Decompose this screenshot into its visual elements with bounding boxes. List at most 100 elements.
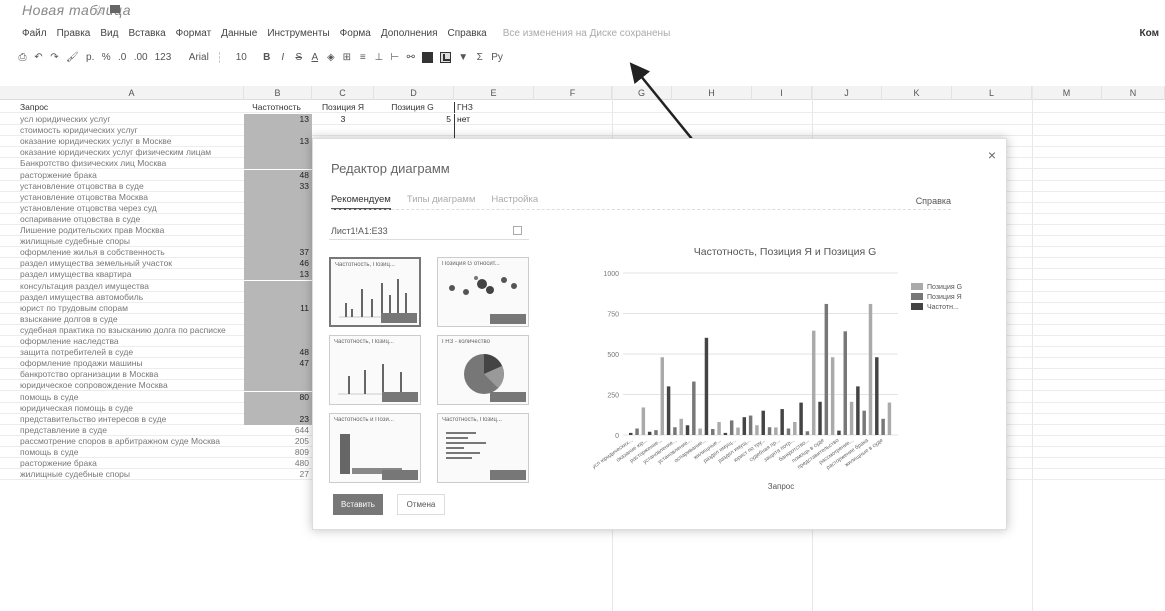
chart-bar[interactable] xyxy=(635,428,639,435)
cell-header-position-g[interactable]: Позиция G xyxy=(374,102,454,113)
cell-frequency[interactable]: 13 xyxy=(244,269,312,281)
cell-frequency[interactable]: 480 xyxy=(244,458,312,469)
legend-label[interactable]: Позиция Я xyxy=(927,294,962,301)
font-size-select[interactable]: 10 xyxy=(227,52,255,63)
chart-bar[interactable] xyxy=(748,415,753,435)
chart-bar[interactable] xyxy=(824,303,829,435)
cell-query[interactable]: расторжение брака xyxy=(20,170,244,181)
chart-bar[interactable] xyxy=(629,432,633,435)
menu-file[interactable]: Файл xyxy=(22,28,47,39)
cell-gnz[interactable]: нет xyxy=(454,114,534,125)
cell-frequency[interactable] xyxy=(244,291,312,303)
chart-bar[interactable] xyxy=(729,420,734,435)
cell-position-g[interactable]: 5 xyxy=(374,114,454,125)
bold-button[interactable]: B xyxy=(262,52,271,63)
cell-gnz[interactable] xyxy=(454,125,534,137)
menu-format[interactable]: Формат xyxy=(176,28,212,39)
cell-frequency[interactable]: 47 xyxy=(244,358,312,370)
cell-query[interactable]: Банкротство физических лиц Москва xyxy=(20,158,244,169)
borders-icon[interactable]: ⊞ xyxy=(342,52,351,63)
chart-bar[interactable] xyxy=(837,430,841,435)
legend-label[interactable]: Частотн... xyxy=(927,304,959,311)
cell-frequency[interactable]: 11 xyxy=(244,302,312,314)
cell-query[interactable]: оформление жилья в собственность xyxy=(20,247,244,258)
cell-frequency[interactable] xyxy=(244,147,312,159)
select-range-icon[interactable] xyxy=(513,226,522,235)
tab-recommended[interactable]: Рекомендуем xyxy=(331,194,391,210)
chart-suggestion-1[interactable]: Частотность, Позиц... xyxy=(329,257,421,327)
strikethrough-button[interactable]: S xyxy=(294,52,303,63)
cell-query[interactable]: помощь в суде xyxy=(20,447,244,458)
cell-query[interactable]: представление в суде xyxy=(20,425,244,436)
functions-icon[interactable]: Σ xyxy=(475,52,484,63)
cell-header-frequency[interactable]: Частотность xyxy=(244,102,312,113)
cell-frequency[interactable]: 27 xyxy=(244,469,312,480)
cell-query[interactable]: установление отцовства через суд xyxy=(20,203,244,214)
chart-bar[interactable] xyxy=(843,331,847,435)
menu-data[interactable]: Данные xyxy=(221,28,257,39)
input-tools-button[interactable]: Ру xyxy=(491,52,503,63)
cell-query[interactable]: оформление наследства xyxy=(20,336,244,347)
close-icon[interactable]: × xyxy=(988,147,996,163)
cell-frequency[interactable]: 23 xyxy=(244,413,312,425)
chart-bar[interactable] xyxy=(767,427,772,435)
chart-bar[interactable] xyxy=(805,431,810,435)
cell-query[interactable]: оспаривание отцовства в суде xyxy=(20,214,244,225)
help-link[interactable]: Справка xyxy=(916,196,951,206)
chart-bar[interactable] xyxy=(717,422,721,435)
chart-bar[interactable] xyxy=(881,418,885,435)
decimal-less-button[interactable]: .0 xyxy=(118,52,127,63)
cell-query[interactable]: банкротство организации в Москва xyxy=(20,369,244,380)
chart-bar[interactable] xyxy=(849,401,854,435)
cell-query[interactable]: консультация раздел имущества xyxy=(20,281,244,292)
cell-frequency[interactable] xyxy=(244,158,312,170)
cell-frequency[interactable]: 46 xyxy=(244,258,312,270)
cell-query[interactable]: рассмотрение споров в арбитражном суде М… xyxy=(20,436,244,447)
cell-frequency[interactable]: 33 xyxy=(244,180,312,192)
insert-chart-icon[interactable] xyxy=(440,51,452,63)
percent-button[interactable]: % xyxy=(102,52,111,63)
folder-icon[interactable] xyxy=(110,5,120,13)
insert-comment-icon[interactable] xyxy=(422,51,434,63)
chart-bar[interactable] xyxy=(862,410,866,435)
cell-query[interactable]: раздел имущества автомобиль xyxy=(20,292,244,303)
cell-query[interactable]: представительство интересов в суде xyxy=(20,414,244,425)
cell-frequency[interactable]: 48 xyxy=(244,347,312,359)
cell-frequency[interactable] xyxy=(244,380,312,392)
chart-bar[interactable] xyxy=(786,428,791,435)
chart-bar[interactable] xyxy=(856,386,860,435)
chart-bar[interactable] xyxy=(654,430,658,435)
text-wrap-icon[interactable]: ⊢ xyxy=(390,52,399,63)
chart-bar[interactable] xyxy=(666,386,671,435)
star-icon[interactable]: ☆ xyxy=(94,3,105,17)
chart-bar[interactable] xyxy=(742,417,747,435)
chart-bar[interactable] xyxy=(780,409,784,435)
chart-preview[interactable]: Частотность, Позиция Я и Позиция G 0 250 5… xyxy=(593,239,988,499)
cell-header-gnz[interactable]: ГНЗ xyxy=(454,102,534,113)
italic-button[interactable]: I xyxy=(278,52,287,63)
cell-position-y[interactable] xyxy=(312,125,374,136)
cell-position-y[interactable]: 3 xyxy=(312,114,374,125)
column-header-m[interactable]: M xyxy=(1032,86,1102,100)
chart-suggestion-3[interactable]: Частотность, Позиц... xyxy=(329,335,421,405)
menu-tools[interactable]: Инструменты xyxy=(267,28,329,39)
tab-customization[interactable]: Настройка xyxy=(491,194,538,210)
cell-header-position-y[interactable]: Позиция Я xyxy=(312,102,374,113)
number-format-button[interactable]: 123 xyxy=(155,52,172,63)
chart-suggestion-2[interactable]: Позиция G относит... xyxy=(437,257,529,327)
cell-frequency[interactable] xyxy=(244,402,312,414)
column-header-k[interactable]: K xyxy=(882,86,952,100)
font-select[interactable]: Arial xyxy=(178,51,221,63)
chart-suggestion-5[interactable]: Частотность и Пози... xyxy=(329,413,421,483)
chart-bar[interactable] xyxy=(755,425,759,435)
menu-addons[interactable]: Дополнения xyxy=(381,28,438,39)
filter-icon[interactable]: ▼ xyxy=(458,52,468,63)
cell-query[interactable]: раздел имущества земельный участок xyxy=(20,258,244,269)
column-header-j[interactable]: J xyxy=(812,86,882,100)
menu-form[interactable]: Форма xyxy=(340,28,371,39)
chart-bar[interactable] xyxy=(818,401,822,435)
cell-query[interactable]: раздел имущества квартира xyxy=(20,269,244,280)
cell-query[interactable]: установление отцовства Москва xyxy=(20,192,244,203)
cancel-button[interactable]: Отмена xyxy=(397,494,445,515)
decimal-more-button[interactable]: .00 xyxy=(134,52,148,63)
